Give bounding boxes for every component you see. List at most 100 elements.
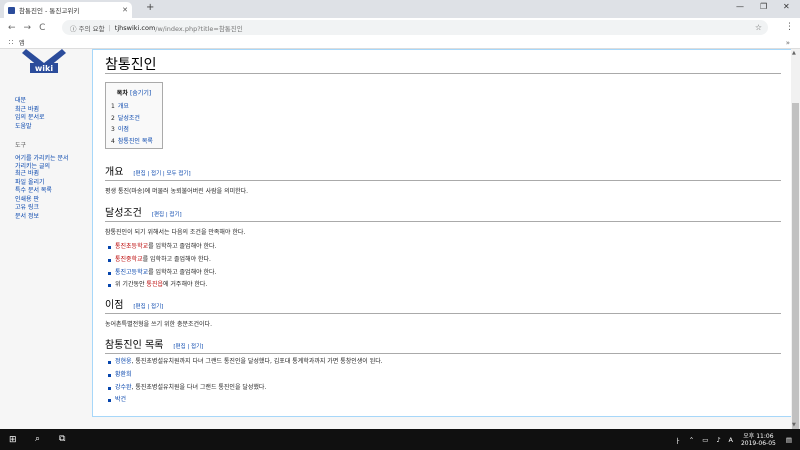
toc-label: 개요: [117, 103, 129, 110]
toc-item-overview[interactable]: 1 개요: [111, 101, 157, 113]
tab-title: 참통진인 - 통진고위키: [19, 7, 80, 15]
task-view-icon[interactable]: ⧉: [59, 434, 65, 444]
section-divider: [105, 353, 781, 354]
section-heading: 개요: [105, 167, 124, 178]
sidebar-item-main[interactable]: 대문: [15, 97, 90, 106]
list-item-text: 를 입학하고 졸업해야 한다.: [142, 255, 211, 263]
sidebar-tools-heading: 도구: [15, 142, 27, 149]
sidebar-item-special-pages[interactable]: 특수 문서 목록: [15, 187, 90, 196]
separator: |: [108, 23, 111, 32]
tab-close-icon[interactable]: ✕: [122, 6, 128, 14]
wiki-link[interactable]: 박건: [115, 396, 126, 403]
toc-label: 달성조건: [117, 114, 140, 122]
sidebar-item-random[interactable]: 임의 문서로: [15, 114, 90, 123]
page-scrollbar[interactable]: ▲ ▼: [791, 49, 800, 433]
table-of-contents: 목차 [숨기기] 1 개요 2 달성조건 3 이점 4 참통진인 목록: [105, 82, 163, 149]
menu-icon[interactable]: ⋮: [785, 22, 794, 32]
wiki-link[interactable]: 통진중학교: [115, 256, 143, 263]
section-edit-links[interactable]: [편집 | 접기]: [152, 210, 182, 218]
list-item: 통진고등학교를 입학하고 졸업해야 한다.: [105, 267, 781, 280]
list-item: 정현웅, 통진초병설유치원까지 다녀 그랜드 통진인을 달성했다, 김포대 통계…: [105, 356, 781, 369]
notifications-icon[interactable]: ▤: [786, 436, 792, 444]
clock[interactable]: 오후 11:06 2019-06-05: [741, 433, 776, 447]
section-edit-links[interactable]: [편집 | 접기]: [133, 302, 163, 310]
toc-num: 3: [111, 126, 115, 133]
tab-strip: 참통진인 - 통진고위키 ✕ + — ❐ ✕: [0, 0, 800, 18]
conditions-list: 통진초등학교를 입학하고 졸업해야 한다. 통진중학교를 입학하고 졸업해야 한…: [105, 241, 781, 292]
svg-text:wiki: wiki: [35, 64, 53, 73]
wiki-link[interactable]: 통진고등학교: [115, 269, 148, 276]
windows-start-icon[interactable]: ⊞: [9, 435, 17, 445]
volume-icon[interactable]: ♪: [716, 436, 720, 444]
minimize-button[interactable]: —: [736, 2, 744, 11]
section-text: 평생 통진(마송)에 머물러 농뢰불어버린 사람을 의미한다.: [105, 188, 249, 195]
address-bar[interactable]: ⓘ 주의 요함 | tjhswiki.com/w/index.php?title…: [62, 20, 768, 35]
bookmark-star-icon[interactable]: ☆: [755, 23, 762, 32]
url-host: tjhswiki.com: [114, 23, 156, 32]
security-label: 주의 요함: [78, 24, 105, 33]
new-tab-button[interactable]: +: [146, 2, 154, 13]
forward-icon[interactable]: →: [24, 23, 32, 33]
back-icon[interactable]: ←: [8, 23, 16, 33]
list-item-text: 를 입학하고 졸업해야 한다.: [148, 268, 217, 276]
section-overview: 개요 [편집 | 접기 | 모두 접기] 평생 통진(마송)에 머물러 농뢰불어버…: [105, 163, 781, 195]
wiki-link[interactable]: 황환희: [115, 371, 132, 378]
up-arrow-icon[interactable]: ⌃: [689, 436, 694, 444]
toc-item-conditions[interactable]: 2 달성조건: [111, 113, 157, 125]
toc-num: 1: [111, 103, 115, 110]
wiki-link[interactable]: 통진읍: [146, 281, 163, 288]
scrollbar-thumb[interactable]: [792, 103, 799, 433]
wiki-logo-icon[interactable]: wiki: [22, 49, 66, 75]
section-edit-links[interactable]: [편집 | 접기 | 모두 접기]: [133, 169, 190, 177]
favicon-icon: [8, 6, 15, 14]
section-divider: [105, 221, 781, 222]
scroll-up-icon[interactable]: ▲: [792, 50, 796, 56]
list-item: 위 기간동안 통진읍에 거주해야 한다.: [105, 279, 781, 292]
bookmarks-more-icon[interactable]: »: [786, 39, 790, 47]
ime-indicator[interactable]: A: [729, 436, 733, 444]
info-icon[interactable]: ⓘ: [70, 23, 79, 33]
members-list: 정현웅, 통진초병설유치원까지 다녀 그랜드 통진인을 달성했다, 김포대 통계…: [105, 356, 781, 407]
toc-item-benefits[interactable]: 3 이점: [111, 124, 157, 136]
sidebar-item-help[interactable]: 도움말: [15, 123, 90, 132]
wiki-link[interactable]: 정현웅: [115, 358, 132, 365]
toc-item-list[interactable]: 4 참통진인 목록: [111, 136, 157, 148]
section-text: 농어촌특별전형을 쓰기 위한 충분조건이다.: [105, 321, 212, 328]
sidebar-item-whatlinkshere[interactable]: 여기를 가리키는 문서: [15, 155, 90, 164]
section-list: 참통진인 목록 [편집 | 접기] 정현웅, 통진초병설유치원까지 다녀 그랜드 …: [105, 336, 781, 407]
reload-icon[interactable]: C: [39, 23, 45, 33]
sidebar-item-recent[interactable]: 최근 바뀜: [15, 106, 90, 115]
section-text: 참통진인이 되기 위해서는 다음의 조건을 만족해야 한다.: [105, 229, 246, 236]
bookmark-apps[interactable]: 앱: [19, 38, 25, 47]
sidebar-item-upload[interactable]: 파일 올리기: [15, 179, 90, 188]
bookmarks-bar: 앱 »: [0, 37, 800, 49]
maximize-button[interactable]: ❐: [760, 2, 767, 11]
sidebar-item-related-changes[interactable]: 가리키는 글의 최근 바뀜: [15, 163, 55, 177]
section-heading: 달성조건: [105, 208, 142, 219]
toc-title: 목차 [숨기기]: [111, 88, 157, 97]
list-item: 황환희: [105, 369, 781, 382]
section-divider: [105, 180, 781, 181]
list-item-text: 에 거주해야 한다.: [162, 281, 208, 289]
network-icon[interactable]: ▭: [702, 436, 708, 444]
people-icon[interactable]: ㅏ: [675, 435, 681, 445]
close-window-button[interactable]: ✕: [783, 2, 790, 11]
list-item-text: 를 입학하고 졸업해야 한다.: [148, 243, 217, 250]
scroll-down-icon[interactable]: ▼: [792, 422, 796, 428]
wiki-link[interactable]: 강수완: [115, 384, 132, 391]
sidebar-item-print[interactable]: 인쇄용 판: [15, 196, 90, 205]
list-item: 통진초등학교를 입학하고 졸업해야 한다.: [105, 241, 781, 254]
section-divider: [105, 313, 781, 314]
search-icon[interactable]: ⌕: [35, 434, 40, 444]
section-heading: 참통진인 목록: [105, 340, 164, 351]
sidebar-item-page-info[interactable]: 문서 정보: [15, 213, 90, 222]
browser-tab[interactable]: 참통진인 - 통진고위키 ✕: [4, 2, 132, 18]
sidebar: 대문 최근 바뀜 임의 문서로 도움말 도구 여기를 가리키는 문서 가리키는 …: [15, 97, 90, 221]
toc-label: 이점: [117, 126, 129, 133]
sidebar-item-permalink[interactable]: 고유 링크: [15, 204, 90, 213]
wiki-link[interactable]: 통진초등학교: [115, 243, 148, 250]
section-edit-links[interactable]: [편집 | 접기]: [173, 342, 203, 350]
apps-icon[interactable]: [8, 39, 15, 46]
toc-toggle[interactable]: [숨기기]: [130, 90, 151, 97]
list-item-text: , 통진초병설유치원을 다녀 그랜드 통진인을 달성했다.: [131, 383, 267, 391]
